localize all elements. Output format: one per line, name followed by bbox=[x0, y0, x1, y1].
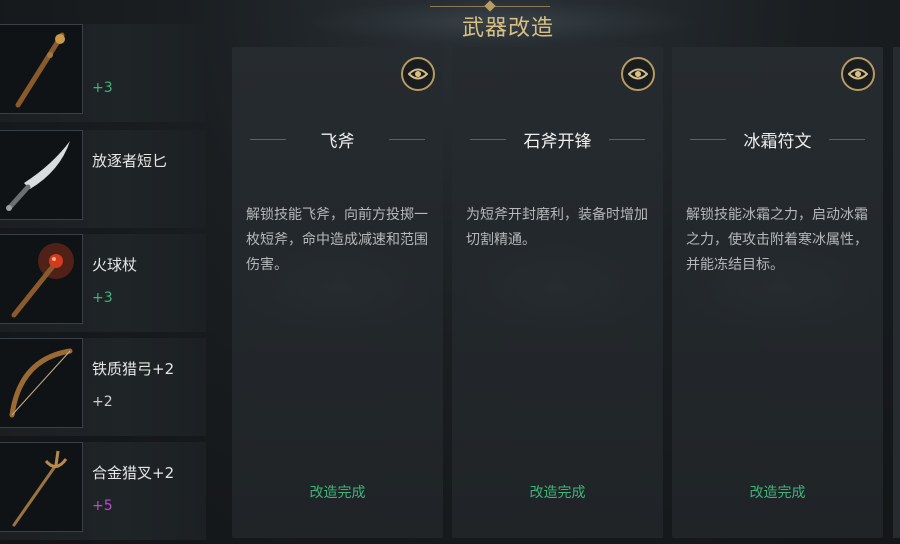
card-title-row: 冰霜符文 bbox=[672, 127, 883, 152]
weapon-name: 放逐者短匕 bbox=[92, 152, 168, 170]
next-card-edge bbox=[893, 47, 900, 538]
card-status: 改造完成 bbox=[529, 485, 586, 501]
card-description: 解锁技能冰霜之力，启动冰霜之力，使攻击附着寒冰属性，并能冻结目标。 bbox=[686, 207, 868, 273]
preview-eye-button[interactable] bbox=[621, 57, 655, 91]
weapon-name: 铁质猎弓+2 bbox=[92, 360, 175, 378]
trident-icon bbox=[12, 450, 68, 527]
weapon-level: +3 bbox=[92, 290, 113, 306]
weapon-level: +2 bbox=[92, 394, 113, 410]
weapon-list: +3 放逐者短匕 火球杖 +3 铁质猎弓+2 +2 合金猎叉+2 +5 bbox=[0, 24, 206, 544]
modification-card[interactable]: 冰霜符文 解锁技能冰霜之力，启动冰霜之力，使攻击附着寒冰属性，并能冻结目标。 改… bbox=[672, 47, 883, 538]
weapon-list-item[interactable]: 火球杖 +3 bbox=[0, 234, 206, 332]
modification-card[interactable]: 飞斧 解锁技能飞斧，向前方投掷一枚短斧，命中造成减速和范围伤害。 改造完成 bbox=[232, 47, 443, 538]
divider bbox=[829, 139, 865, 140]
weapon-name: 火球杖 bbox=[92, 256, 138, 274]
card-status: 改造完成 bbox=[749, 485, 806, 501]
curved-dagger-icon bbox=[6, 141, 70, 211]
ornate-staff-icon bbox=[15, 32, 65, 108]
card-title-row: 石斧开锋 bbox=[452, 127, 663, 152]
eye-icon bbox=[408, 68, 428, 80]
fire-staff-icon bbox=[11, 243, 74, 318]
weapon-name: 合金猎叉+2 bbox=[92, 464, 175, 482]
card-description: 解锁技能飞斧，向前方投掷一枚短斧，命中造成减速和范围伤害。 bbox=[246, 207, 428, 273]
weapon-thumbnail bbox=[0, 338, 83, 428]
modification-card[interactable]: 石斧开锋 为短斧开封磨利，装备时增加切割精通。 改造完成 bbox=[452, 47, 663, 538]
weapon-thumbnail bbox=[0, 130, 83, 220]
weapon-list-item[interactable]: 铁质猎弓+2 +2 bbox=[0, 338, 206, 436]
preview-eye-button[interactable] bbox=[401, 57, 435, 91]
divider bbox=[389, 139, 425, 140]
weapon-thumbnail bbox=[0, 24, 83, 114]
weapon-thumbnail bbox=[0, 442, 83, 532]
eye-icon bbox=[848, 68, 868, 80]
weapon-list-item[interactable]: 合金猎叉+2 +5 bbox=[0, 442, 206, 540]
eye-icon bbox=[628, 68, 648, 80]
weapon-level: +5 bbox=[92, 498, 113, 514]
hunting-bow-icon bbox=[9, 348, 73, 418]
weapon-list-item[interactable]: 放逐者短匕 bbox=[0, 130, 206, 228]
divider bbox=[609, 139, 645, 140]
page-title: 武器改造 bbox=[461, 16, 554, 41]
title-ornament bbox=[430, 0, 550, 7]
card-title-row: 飞斧 bbox=[232, 127, 443, 152]
preview-eye-button[interactable] bbox=[841, 57, 875, 91]
weapon-level: +3 bbox=[92, 80, 113, 96]
card-description: 为短斧开封磨利，装备时增加切割精通。 bbox=[466, 207, 648, 248]
weapon-list-item[interactable]: +3 bbox=[0, 24, 206, 122]
weapon-modify-screen: 武器改造 +3 放逐者短匕 火球杖 +3 铁质猎弓+2 +2 合金猎叉+2 +5… bbox=[0, 0, 900, 544]
card-status: 改造完成 bbox=[309, 485, 366, 501]
weapon-thumbnail bbox=[0, 234, 83, 324]
